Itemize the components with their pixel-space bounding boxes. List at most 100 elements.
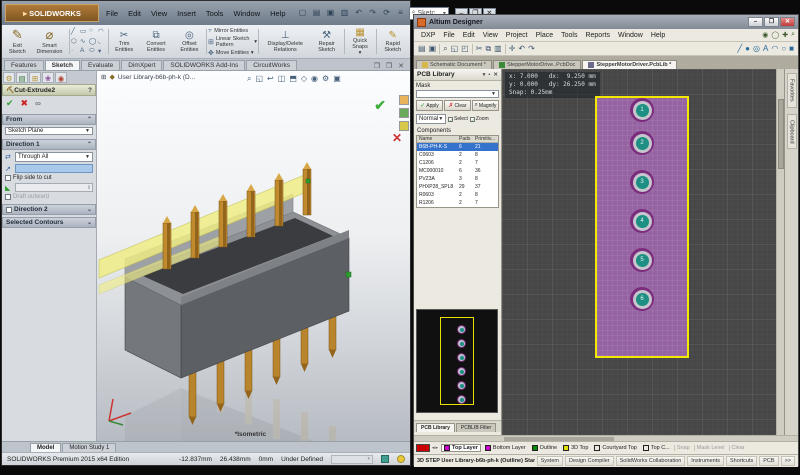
section-view-icon[interactable]: ◫ <box>278 74 286 84</box>
expand-icon[interactable]: ⌄ <box>87 206 92 213</box>
3d-connector-model[interactable] <box>97 109 410 441</box>
tab-dimxpert[interactable]: DimXpert <box>121 60 162 70</box>
mirror-entities-button[interactable]: ⫟Mirror Entities <box>208 27 257 35</box>
text-tool-icon[interactable]: A <box>80 47 89 57</box>
tab-sketch[interactable]: Sketch <box>45 60 80 70</box>
pcb-editor-canvas[interactable]: x: 7.000 dx: 9.250 mmy: 0.000 dy: 26.250… <box>502 69 776 435</box>
clear-button[interactable]: Clear <box>729 445 747 451</box>
pad-2[interactable]: 2 <box>630 131 654 155</box>
direction-reference-field[interactable] <box>15 164 93 173</box>
chevron-down-icon[interactable]: ▾ <box>483 72 486 78</box>
point-tool-icon[interactable]: · <box>71 47 80 57</box>
circle-tool-icon[interactable]: ○ <box>781 44 786 53</box>
close-button[interactable]: ✕ <box>780 17 795 27</box>
menu-help[interactable]: Help <box>265 8 290 19</box>
panel-button-solidworks-collab[interactable]: SolidWorks Collaboration <box>616 456 686 466</box>
more-tool-icon[interactable]: ▾ <box>98 47 107 57</box>
featuremanager-tab-icon[interactable]: ⚙ <box>3 72 15 83</box>
trim-entities-button[interactable]: ✂Trim Entities <box>110 26 139 57</box>
expand-icon[interactable]: ⌄ <box>87 219 92 226</box>
zoom-area-icon[interactable]: ◱ <box>255 74 263 84</box>
mask-level-button[interactable]: Mask Level <box>694 445 727 451</box>
help-icon[interactable]: ? <box>88 87 92 94</box>
repair-sketch-button[interactable]: ⚒Repair Sketch <box>311 26 343 57</box>
line-tool-icon[interactable]: ╱ <box>737 44 742 53</box>
layer-top-c[interactable]: Top C... <box>641 445 672 451</box>
tab-motion-study[interactable]: Motion Study 1 <box>62 443 116 452</box>
menu-reports[interactable]: Reports <box>581 32 614 39</box>
menu-place[interactable]: Place <box>532 32 558 39</box>
polygon-tool-icon[interactable]: ⬡ <box>71 37 80 47</box>
exit-sketch-button[interactable]: ✎Exit Sketch <box>4 26 31 57</box>
draft-angle-field[interactable]: ⇕ <box>15 183 93 192</box>
menu-file[interactable]: File <box>439 32 458 39</box>
section-direction1[interactable]: Direction 1⌃ <box>2 139 96 150</box>
previous-view-icon[interactable]: ↩ <box>267 74 274 84</box>
menu-window[interactable]: Window <box>614 32 647 39</box>
chevron-down-icon[interactable]: ▾ <box>254 39 257 45</box>
table-header[interactable]: Name Pads Primitiv... <box>417 136 498 143</box>
layer-3d-top[interactable]: 3D Top <box>561 445 590 451</box>
footprint-preview[interactable] <box>416 309 498 413</box>
close-icon[interactable]: ✕ <box>493 72 498 78</box>
end-condition-dropdown[interactable]: Through All▼ <box>15 152 93 162</box>
configuration-tab-icon[interactable]: ⊞ <box>29 72 41 83</box>
clear-button[interactable]: ✗Clear <box>444 100 471 111</box>
tab-features[interactable]: Features <box>4 60 44 70</box>
cross-select-icon[interactable]: ✛ <box>509 44 516 53</box>
rapid-sketch-button[interactable]: ✎Rapid Sketch <box>377 26 408 57</box>
tab-schematic-doc[interactable]: Schematic Document * <box>416 60 492 69</box>
ellipse-tool-icon[interactable]: ◯ <box>89 37 98 47</box>
resources-tab-icon[interactable] <box>399 95 409 105</box>
footprint-body[interactable]: 1 2 3 4 5 6 <box>595 96 689 358</box>
collapse-icon[interactable]: ⌃ <box>87 141 92 148</box>
panel-button-pcb[interactable]: PCB <box>759 456 778 466</box>
sw-logo[interactable]: ▸SOLIDWORKS <box>5 4 99 22</box>
section-from[interactable]: From⌃ <box>2 114 96 125</box>
zoom-fit-icon[interactable]: ⌕ <box>247 74 251 84</box>
editing-dropdown[interactable]: ▾ <box>331 455 373 464</box>
view-orientation-icon[interactable]: ⬒ <box>289 74 297 84</box>
appearance-icon[interactable]: ⚙ <box>322 74 329 84</box>
save-icon[interactable]: ▣ <box>429 44 437 53</box>
redo-icon[interactable]: ↷ <box>367 7 379 19</box>
table-row[interactable]: R060328 <box>417 191 498 199</box>
table-row[interactable]: R120627 <box>417 199 498 207</box>
sw-graphics-area[interactable]: ⊞ ◆ User Library-b6b-ph-k (D... ⌕ ◱ ↩ ◫ … <box>97 71 410 441</box>
linear-sketch-pattern-button[interactable]: ⊞Linear Sketch Pattern▾ <box>208 36 257 48</box>
reverse-direction-icon[interactable]: ⇄ <box>5 153 13 161</box>
forward-icon[interactable]: ◯ <box>771 31 779 39</box>
menu-project[interactable]: Project <box>502 32 532 39</box>
pad-3[interactable]: 3 <box>630 170 654 194</box>
table-row[interactable]: B6B-PH-K-S621 <box>417 143 498 151</box>
layer-bottom[interactable]: Bottom Layer <box>483 445 528 451</box>
zoom-fit-icon[interactable]: ⌕ <box>443 44 447 54</box>
collapse-icon[interactable]: ⌃ <box>87 116 92 123</box>
table-row[interactable]: PVZ3A38 <box>417 175 498 183</box>
display-delete-relations-button[interactable]: ⊥Display/Delete Relations <box>260 26 311 57</box>
propertymanager-tab-icon[interactable]: ▤ <box>16 72 28 83</box>
cut-icon[interactable]: ✂ <box>476 44 483 53</box>
panel-button-instruments[interactable]: Instruments <box>687 456 724 466</box>
scene-icon[interactable]: ▣ <box>333 74 341 84</box>
hide-show-icon[interactable]: ◉ <box>311 74 318 84</box>
ok-check-icon[interactable]: ✔ <box>6 98 14 109</box>
magnify-button[interactable]: ⌕Magnify <box>472 100 499 111</box>
section-direction2[interactable]: Direction 2⌄ <box>2 204 96 215</box>
table-row[interactable]: PHXP28_SPL82937 <box>417 183 498 191</box>
select-checkbox[interactable]: ✓Select <box>448 116 468 122</box>
pad-4[interactable]: 4 <box>630 209 654 233</box>
tab-evaluate[interactable]: Evaluate <box>81 60 120 70</box>
tab-pcblib[interactable]: StepperMotorDriver.PcbLib * <box>582 60 677 69</box>
menu-tools[interactable]: Tools <box>201 8 229 19</box>
pad-1[interactable]: 1 <box>630 98 654 122</box>
flip-side-checkbox[interactable]: Flip side to cut <box>5 175 93 181</box>
rebuild-icon[interactable]: ⟳ <box>381 7 393 19</box>
menu-tools[interactable]: Tools <box>557 32 581 39</box>
draft-outward-checkbox[interactable]: Draft outward <box>5 194 93 200</box>
chevron-down-icon[interactable]: ▾ <box>251 50 254 56</box>
home-icon[interactable]: ◉ <box>762 31 768 39</box>
tab-pcblib-filter[interactable]: PCBLIB Filter <box>456 423 496 432</box>
section-selected-contours[interactable]: Selected Contours⌄ <box>2 217 96 228</box>
table-row[interactable]: MC000010636 <box>417 167 498 175</box>
